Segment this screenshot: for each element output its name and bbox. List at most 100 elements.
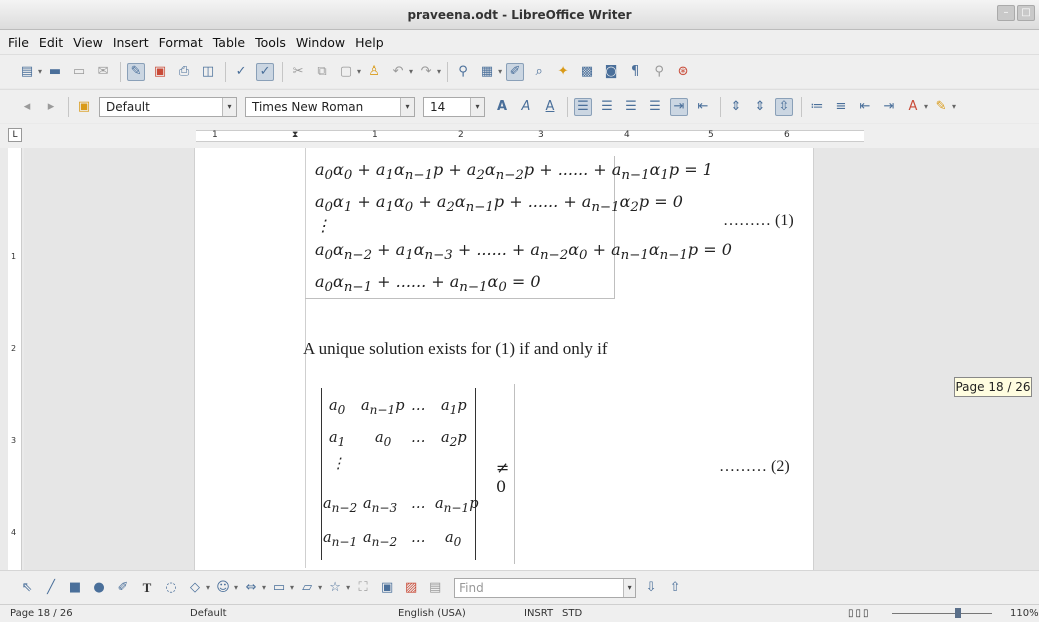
menu-file[interactable]: File xyxy=(8,35,29,50)
document-workspace[interactable]: a0α0 + a1αn−1p + a2αn−2p + ...... + an−1… xyxy=(24,148,1039,570)
help-icon[interactable]: ⊛ xyxy=(674,63,692,81)
ltr-icon[interactable]: ⇥ xyxy=(670,97,688,116)
decrease-indent-icon[interactable]: ⇤ xyxy=(856,98,874,116)
spellcheck-icon[interactable]: ✓ xyxy=(232,63,250,81)
status-selection-mode[interactable]: STD xyxy=(562,608,582,619)
align-right-icon[interactable]: ☰ xyxy=(622,98,640,116)
minimize-button[interactable]: – xyxy=(997,5,1015,21)
font-color-dropdown-icon[interactable]: ▾ xyxy=(924,102,928,111)
save-icon[interactable]: ▭ xyxy=(70,63,88,81)
new-dropdown-icon[interactable]: ▾ xyxy=(38,67,42,76)
status-language[interactable]: English (USA) xyxy=(398,608,466,619)
status-style[interactable]: Default xyxy=(190,608,227,619)
callouts-icon[interactable]: ▱ xyxy=(298,579,316,597)
find-next-icon[interactable]: ⇩ xyxy=(642,579,660,597)
flowchart-icon[interactable]: ▭ xyxy=(270,579,288,597)
hyperlink-icon[interactable]: ⚲ xyxy=(454,63,472,81)
menu-table[interactable]: Table xyxy=(213,35,245,50)
redo-dropdown-icon[interactable]: ▾ xyxy=(437,67,441,76)
extrusion-icon[interactable]: ▤ xyxy=(426,579,444,597)
clone-format-icon[interactable]: ♙ xyxy=(365,63,383,81)
new-document-icon[interactable]: ▤ xyxy=(18,63,36,81)
align-left-icon[interactable]: ☰ xyxy=(574,97,592,116)
ruler-indent-marker[interactable]: ⧗ xyxy=(292,130,298,140)
text-tool-icon[interactable]: T xyxy=(138,579,156,597)
select-pointer-icon[interactable]: ⇖ xyxy=(18,579,36,597)
align-center-icon[interactable]: ☰ xyxy=(598,98,616,116)
zoom-icon[interactable]: ⚲ xyxy=(650,63,668,81)
status-insert-mode[interactable]: INSRT xyxy=(524,608,553,619)
bullets-icon[interactable]: ≡ xyxy=(832,98,850,116)
navigator-icon[interactable]: ✦ xyxy=(554,63,572,81)
font-size-select[interactable]: 14 ▾ xyxy=(423,96,485,117)
menu-edit[interactable]: Edit xyxy=(39,35,63,50)
font-name-select[interactable]: Times New Roman ▾ xyxy=(245,96,415,117)
stars-dropdown-icon[interactable]: ▾ xyxy=(346,583,350,592)
find-replace-icon[interactable]: ⌕ xyxy=(530,63,548,81)
flowchart-dropdown-icon[interactable]: ▾ xyxy=(290,583,294,592)
symbol-shapes-icon[interactable]: ☺ xyxy=(214,579,232,597)
font-color-icon[interactable]: A xyxy=(904,98,922,116)
numbering-icon[interactable]: ≔ xyxy=(808,98,826,116)
chevron-down-icon[interactable]: ▾ xyxy=(470,97,484,116)
find-previous-icon[interactable]: ⇧ xyxy=(666,579,684,597)
chevron-down-icon[interactable]: ▾ xyxy=(222,97,236,116)
export-pdf-icon[interactable]: ▣ xyxy=(151,63,169,81)
menu-tools[interactable]: Tools xyxy=(255,35,286,50)
document-page[interactable]: a0α0 + a1αn−1p + a2αn−2p + ...... + an−1… xyxy=(194,148,814,570)
line-icon[interactable]: ╱ xyxy=(42,579,60,597)
tab-stop-selector[interactable]: L xyxy=(8,128,22,142)
chevron-down-icon[interactable]: ▾ xyxy=(623,578,636,597)
data-sources-icon[interactable]: ◙ xyxy=(602,63,620,81)
find-input[interactable]: Find ▾ xyxy=(454,577,637,598)
table-dropdown-icon[interactable]: ▾ xyxy=(498,67,502,76)
table-icon[interactable]: ▦ xyxy=(478,63,496,81)
show-draw-functions-icon[interactable]: ✐ xyxy=(506,62,525,81)
menu-window[interactable]: Window xyxy=(296,35,345,50)
status-zoom[interactable]: 110% xyxy=(1010,608,1039,619)
menu-help[interactable]: Help xyxy=(355,35,384,50)
copy-icon[interactable]: ⧉ xyxy=(313,63,331,81)
block-arrows-dropdown-icon[interactable]: ▾ xyxy=(262,583,266,592)
view-layout-icons[interactable]: ▯▯▯ xyxy=(848,608,871,619)
styles-formatting-icon[interactable]: ▣ xyxy=(75,98,93,116)
paste-icon[interactable]: ▢ xyxy=(337,63,355,81)
highlight-dropdown-icon[interactable]: ▾ xyxy=(952,102,956,111)
insert-image-icon[interactable]: ▨ xyxy=(402,579,420,597)
print-preview-icon[interactable]: ◫ xyxy=(199,63,217,81)
edit-mode-icon[interactable]: ✎ xyxy=(127,62,146,81)
forward-icon[interactable]: ▸ xyxy=(42,98,60,116)
email-icon[interactable]: ✉ xyxy=(94,63,112,81)
rtl-icon[interactable]: ⇤ xyxy=(694,98,712,116)
increase-indent-icon[interactable]: ⇥ xyxy=(880,98,898,116)
menu-view[interactable]: View xyxy=(73,35,103,50)
zoom-slider-handle[interactable] xyxy=(955,608,961,618)
line-spacing-icon[interactable]: ⇳ xyxy=(775,97,793,116)
paragraph-style-select[interactable]: Default ▾ xyxy=(99,96,237,117)
chevron-down-icon[interactable]: ▾ xyxy=(400,97,414,116)
rectangle-icon[interactable]: ■ xyxy=(66,579,84,597)
italic-icon[interactable]: A xyxy=(517,98,535,116)
zoom-slider[interactable] xyxy=(892,613,992,614)
menu-format[interactable]: Format xyxy=(159,35,203,50)
redo-icon[interactable]: ↷ xyxy=(417,63,435,81)
justify-icon[interactable]: ☰ xyxy=(646,98,664,116)
paste-dropdown-icon[interactable]: ▾ xyxy=(357,67,361,76)
highlight-icon[interactable]: ✎ xyxy=(932,98,950,116)
stars-icon[interactable]: ☆ xyxy=(326,579,344,597)
callouts-dropdown-icon[interactable]: ▾ xyxy=(318,583,322,592)
gallery-icon[interactable]: ▩ xyxy=(578,63,596,81)
cut-icon[interactable]: ✂ xyxy=(289,63,307,81)
equation-system-object[interactable]: a0α0 + a1αn−1p + a2αn−2p + ...... + an−1… xyxy=(305,156,732,299)
basic-shapes-icon[interactable]: ◇ xyxy=(186,579,204,597)
menu-insert[interactable]: Insert xyxy=(113,35,149,50)
underline-icon[interactable]: A xyxy=(541,98,559,116)
print-icon[interactable]: ⎙ xyxy=(175,63,193,81)
undo-dropdown-icon[interactable]: ▾ xyxy=(409,67,413,76)
ellipse-icon[interactable]: ● xyxy=(90,579,108,597)
undo-icon[interactable]: ↶ xyxy=(389,63,407,81)
callout-icon[interactable]: ◌ xyxy=(162,579,180,597)
points-icon[interactable]: ⛶ xyxy=(354,579,372,597)
open-icon[interactable]: ▬ xyxy=(46,63,64,81)
formatting-marks-icon[interactable]: ¶ xyxy=(626,63,644,81)
